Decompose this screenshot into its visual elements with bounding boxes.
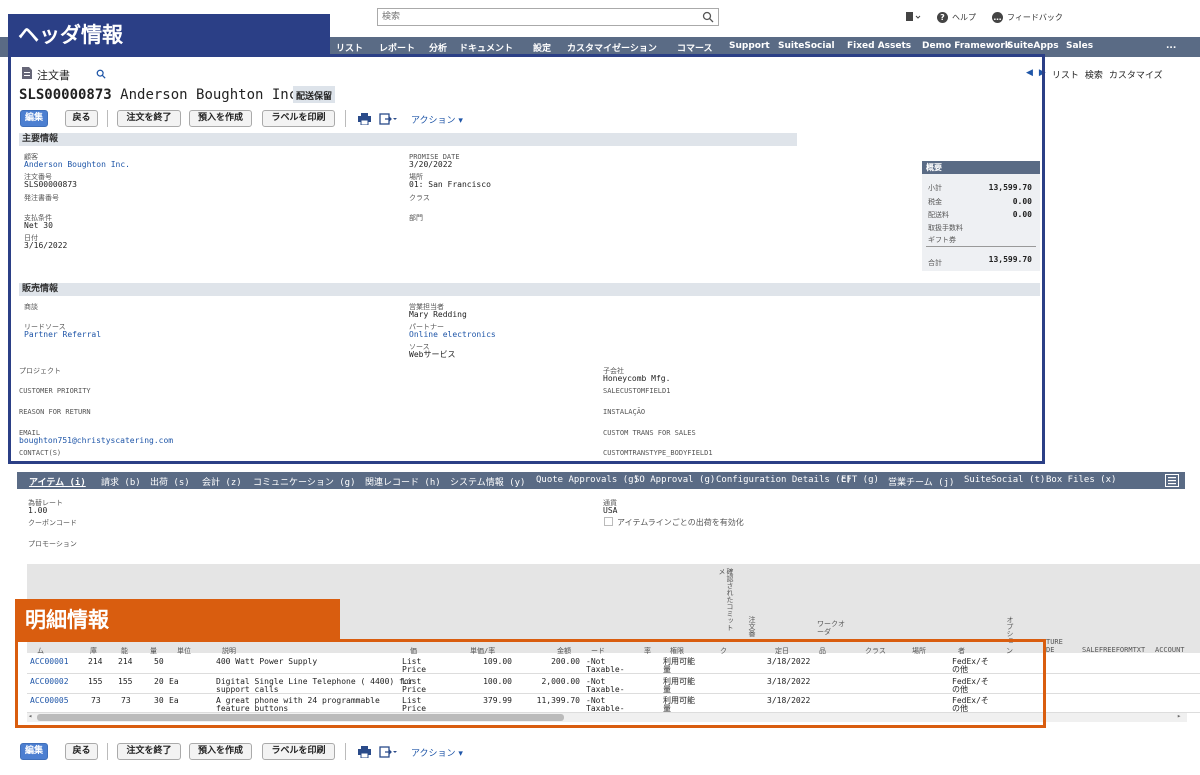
exchange-rate-value: 1.00 — [28, 506, 48, 515]
nav-item[interactable]: Sales — [1066, 41, 1093, 51]
nav-item[interactable]: SuiteApps — [1007, 41, 1059, 51]
nav-item[interactable]: レポート — [379, 41, 415, 54]
nav-item[interactable]: ドキュメント — [459, 41, 513, 54]
print-icon[interactable] — [358, 746, 371, 758]
nav-item[interactable]: コマース — [677, 41, 713, 54]
pager-list-link[interactable]: リスト — [1052, 68, 1079, 81]
close-order-button-bottom[interactable]: 注文を終了 — [117, 743, 181, 760]
ship-per-line-label: アイテムラインごとの出荷を有効化 — [617, 518, 744, 527]
scroll-right-icon[interactable]: ▸ — [1177, 712, 1181, 720]
tab-communication[interactable]: コミュニケーション (g) — [253, 475, 356, 488]
detail-info-callout: 明細情報 — [15, 599, 340, 639]
action-label: アクション — [411, 749, 456, 759]
divider — [107, 743, 108, 760]
coupon-code-label: クーポンコード — [28, 519, 77, 527]
grid-vheader: 注文番 — [748, 616, 756, 637]
tab-system-info[interactable]: システム情報 (y) — [450, 475, 525, 488]
tab-shipping[interactable]: 出荷 (s) — [150, 475, 190, 488]
nav-item[interactable]: カスタマイゼーション — [567, 41, 657, 54]
grid-header-work-order: ワークオーダ — [817, 620, 845, 636]
tab-box-files[interactable]: Box Files (x) — [1046, 475, 1116, 485]
nav-item[interactable]: 分析 — [429, 41, 447, 54]
pager-customize-link[interactable]: カスタマイズ — [1109, 68, 1163, 81]
help-link[interactable]: ヘルプ — [952, 12, 976, 23]
print-label-button-bottom[interactable]: ラベルを印刷 — [262, 743, 335, 760]
top-right-tools: ? ヘルプ … フィードバック — [905, 11, 1063, 23]
nav-item[interactable]: Support — [729, 41, 770, 51]
search-icon[interactable] — [702, 11, 714, 23]
recent-records-icon[interactable] — [905, 11, 921, 23]
export-icon[interactable] — [379, 745, 397, 758]
help-icon[interactable]: ? — [937, 11, 948, 23]
promotion-label: プロモーション — [28, 540, 77, 548]
subtabs-bar: アイテム (i) 請求 (b) 出荷 (s) 会計 (z) コミュニケーション … — [17, 472, 1185, 489]
nav-item[interactable]: Demo Framework — [922, 41, 1011, 51]
nav-more[interactable]: ... — [1166, 41, 1176, 51]
edit-button-bottom[interactable]: 編集 — [20, 743, 48, 760]
search-input[interactable] — [378, 9, 688, 25]
tab-configuration-details[interactable]: Configuration Details (c) — [716, 475, 851, 485]
grid-header[interactable]: TURE DE — [1046, 638, 1063, 654]
global-search[interactable] — [377, 8, 719, 26]
grid-header[interactable]: ACCOUNT — [1155, 646, 1185, 654]
nav-item[interactable]: 設定 — [533, 41, 551, 54]
header-info-highlight — [8, 54, 1045, 464]
currency-value: USA — [603, 506, 618, 515]
menu-icon[interactable] — [1165, 474, 1179, 487]
action-menu-bottom[interactable]: アクション ▾ — [411, 746, 463, 759]
nav-item[interactable]: SuiteSocial — [778, 41, 835, 51]
grid-vheader: 確認されたコミットメ — [718, 568, 734, 631]
tab-so-approval[interactable]: SO Approval (g) — [634, 475, 715, 485]
create-deposit-button-bottom[interactable]: 預入を作成 — [189, 743, 252, 760]
pager-search-link[interactable]: 検索 — [1085, 68, 1103, 81]
header-info-callout: ヘッダ情報 — [8, 14, 330, 54]
divider — [345, 743, 346, 760]
tab-accounting[interactable]: 会計 (z) — [202, 475, 242, 488]
nav-item[interactable]: リスト — [336, 41, 363, 54]
feedback-link[interactable]: フィードバック — [1007, 12, 1063, 23]
tab-suitesocial[interactable]: SuiteSocial (t) — [964, 475, 1045, 485]
feedback-icon[interactable]: … — [992, 11, 1003, 23]
detail-info-highlight — [15, 639, 1046, 728]
nav-item[interactable]: Fixed Assets — [847, 41, 911, 51]
tab-quote-approvals[interactable]: Quote Approvals (g) — [536, 475, 639, 485]
ship-per-line-checkbox[interactable] — [604, 517, 613, 526]
grid-header[interactable]: SALEFREEFORMTXT — [1082, 646, 1145, 654]
tab-eft[interactable]: EFT (g) — [841, 475, 879, 485]
pager: ◀ ▶ リスト 検索 カスタマイズ — [1026, 68, 1163, 81]
tab-items[interactable]: アイテム (i) — [29, 475, 86, 488]
tab-related-records[interactable]: 関連レコード (h) — [365, 475, 441, 488]
back-button-bottom[interactable]: 戻る — [65, 743, 98, 760]
tab-sales-team[interactable]: 営業チーム (j) — [888, 475, 954, 488]
tab-billing[interactable]: 請求 (b) — [101, 475, 141, 488]
